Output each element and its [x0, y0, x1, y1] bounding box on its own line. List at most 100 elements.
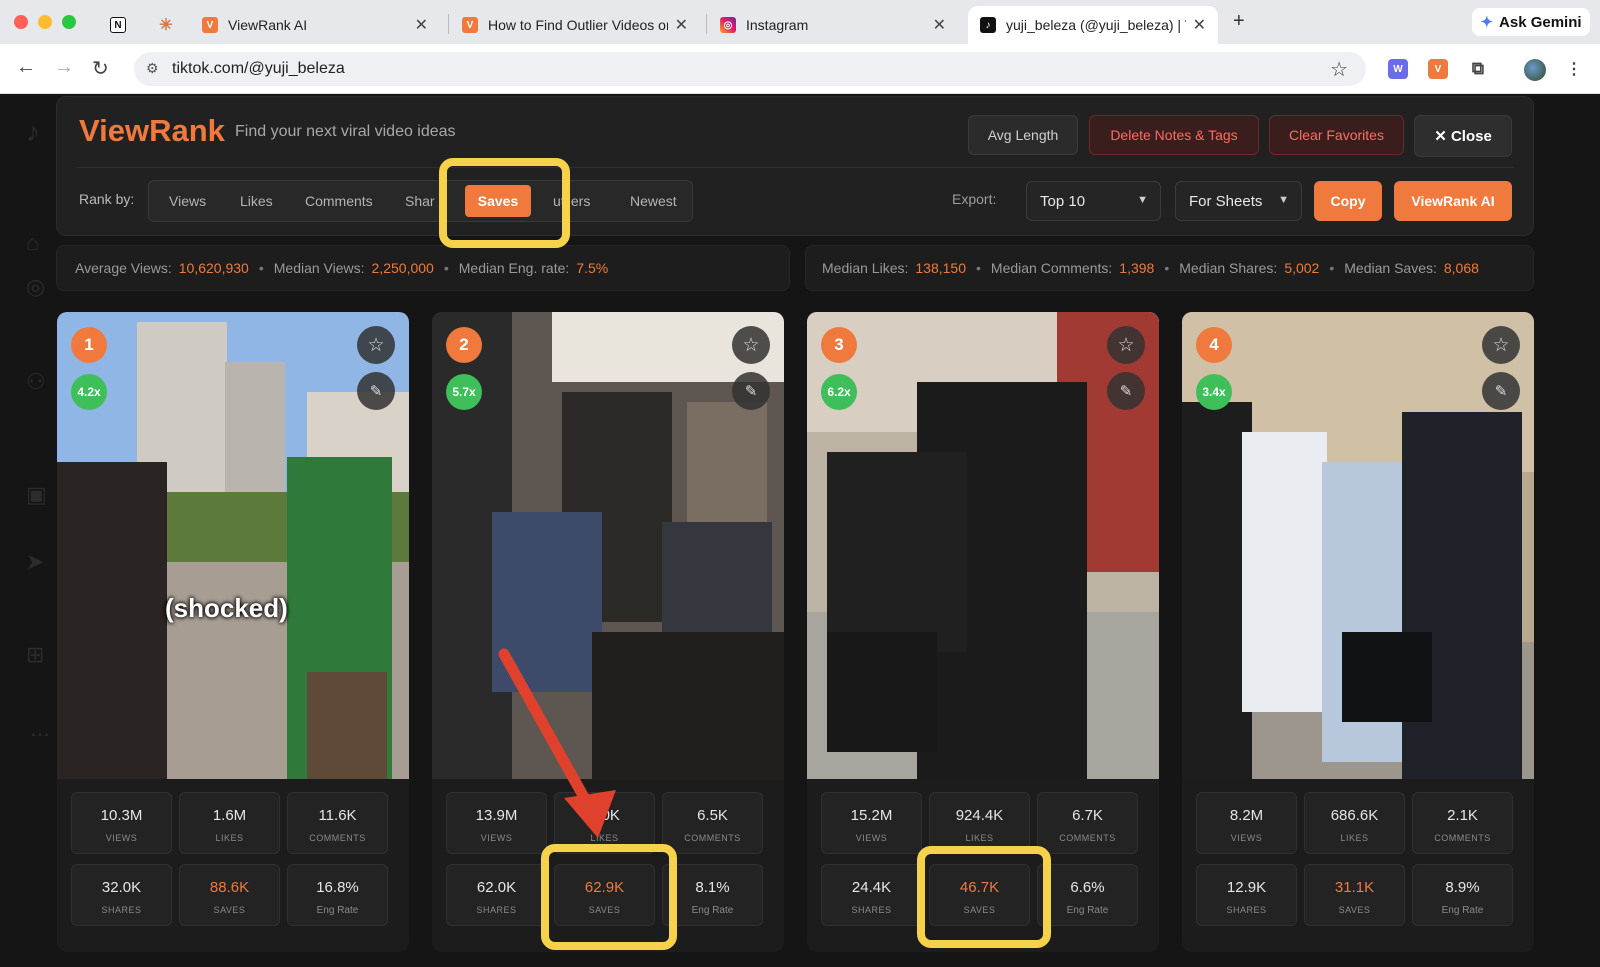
- video-card-4[interactable]: 4 3.4x ☆ ✎ 8.2M VIEWS 686.6K LIKES 2.1K COM…: [1182, 312, 1534, 952]
- median-views-label: Median Views:: [273, 260, 365, 276]
- outlier-multiplier-badge: 6.2x: [821, 374, 857, 410]
- rank-option-likes[interactable]: Likes: [240, 193, 273, 209]
- video-thumbnail[interactable]: [807, 312, 1159, 779]
- comments-label: COMMENTS: [1434, 833, 1491, 843]
- separator-dot: •: [443, 260, 449, 276]
- rank-option-newest[interactable]: Newest: [630, 193, 677, 209]
- ask-gemini-button[interactable]: ✦ Ask Gemini: [1472, 8, 1590, 36]
- shares-label: SHARES: [851, 905, 892, 915]
- tab-divider: [448, 14, 449, 34]
- comments-value: 6.7K: [1072, 807, 1103, 824]
- bookmark-star-icon[interactable]: ☆: [1330, 57, 1348, 82]
- home-icon: ⌂: [26, 230, 40, 255]
- export-label: Export:: [952, 191, 997, 207]
- views-stats-bar: Average Views: 10,620,930 • Median Views…: [56, 245, 790, 291]
- viewrank-tagline: Find your next viral video ideas: [235, 123, 456, 140]
- video-card-1[interactable]: (shocked) 1 4.2x ☆ ✎ 10.3M VIEWS 1.6M LIKE…: [57, 312, 409, 952]
- viewrank-ai-button[interactable]: ViewRank AI: [1394, 181, 1512, 221]
- tiktok-logo-icon: ♪: [26, 116, 40, 147]
- note-edit-icon[interactable]: ✎: [1482, 372, 1520, 410]
- median-shares-label: Median Shares:: [1179, 260, 1278, 276]
- rank-option-comments[interactable]: Comments: [305, 193, 373, 209]
- favorite-star-icon[interactable]: ☆: [1482, 326, 1520, 364]
- favorite-star-icon[interactable]: ☆: [732, 326, 770, 364]
- url-bar[interactable]: ⚙ tiktok.com/@yuji_beleza ☆: [134, 52, 1366, 86]
- viewrank-extension-icon[interactable]: V: [1428, 59, 1448, 79]
- views-metric: 15.2M VIEWS: [821, 792, 922, 854]
- tab-instagram[interactable]: ◎ Instagram ✕: [708, 6, 958, 44]
- likes-label: LIKES: [965, 833, 994, 843]
- views-label: VIEWS: [855, 833, 888, 843]
- likes-metric: 1.6M LIKES: [179, 792, 280, 854]
- browser-menu-icon[interactable]: ⋮: [1564, 59, 1584, 79]
- video-thumbnail[interactable]: [1182, 312, 1534, 779]
- rank-badge: 2: [446, 327, 482, 363]
- outlier-multiplier-badge: 3.4x: [1196, 374, 1232, 410]
- median-comments-value: 1,398: [1119, 260, 1155, 276]
- likes-value: 686.6K: [1330, 807, 1379, 824]
- close-window-icon[interactable]: [14, 15, 28, 29]
- tab-outlier-videos[interactable]: V How to Find Outlier Videos on ✕: [450, 6, 700, 44]
- saves-label: SAVES: [1338, 905, 1371, 915]
- average-views-value: 10,620,930: [178, 260, 249, 276]
- minimize-window-icon[interactable]: [38, 15, 52, 29]
- rank-badge: 1: [71, 327, 107, 363]
- shares-metric: 12.9K SHARES: [1196, 864, 1297, 926]
- delete-notes-tags-button[interactable]: Delete Notes & Tags: [1089, 115, 1259, 155]
- note-edit-icon[interactable]: ✎: [357, 372, 395, 410]
- close-panel-button[interactable]: ✕ Close: [1414, 115, 1512, 157]
- tiktok-icon: ♪: [980, 17, 996, 33]
- comments-metric: 6.5K COMMENTS: [662, 792, 763, 854]
- comments-label: COMMENTS: [309, 833, 366, 843]
- export-count-select[interactable]: Top 10 ▼: [1026, 181, 1161, 221]
- median-comments-label: Median Comments:: [990, 260, 1113, 276]
- copy-button[interactable]: Copy: [1314, 181, 1382, 221]
- caret-down-icon: ▼: [1137, 194, 1148, 206]
- tab-notion[interactable]: N: [98, 6, 142, 44]
- reload-icon[interactable]: ↻: [92, 56, 109, 81]
- rank-option-shares[interactable]: Share: [405, 193, 435, 209]
- wordcount-extension-icon[interactable]: W: [1388, 59, 1408, 79]
- tab-claude[interactable]: ✳: [146, 6, 190, 44]
- note-edit-icon[interactable]: ✎: [732, 372, 770, 410]
- close-tab-icon[interactable]: ✕: [933, 15, 946, 35]
- messages-icon: ➤: [26, 549, 45, 574]
- forward-arrow-icon[interactable]: →: [54, 56, 74, 79]
- median-saves-value: 8,068: [1443, 260, 1479, 276]
- shares-value: 24.4K: [851, 879, 892, 896]
- saves-value: 88.6K: [209, 879, 250, 896]
- median-eng-label: Median Eng. rate:: [458, 260, 570, 276]
- favorite-star-icon[interactable]: ☆: [357, 326, 395, 364]
- close-tab-icon[interactable]: ✕: [675, 15, 688, 35]
- median-shares-value: 5,002: [1284, 260, 1320, 276]
- extensions-puzzle-icon[interactable]: ⧉: [1468, 59, 1488, 79]
- clear-favorites-button[interactable]: Clear Favorites: [1269, 115, 1404, 155]
- likes-value: 924.4K: [955, 807, 1004, 824]
- avg-length-button[interactable]: Avg Length: [968, 115, 1078, 155]
- export-count-value: Top 10: [1040, 192, 1086, 210]
- new-tab-button[interactable]: +: [1233, 10, 1245, 33]
- tab-divider: [706, 14, 707, 34]
- profile-avatar-icon[interactable]: [1524, 59, 1546, 81]
- tab-viewrank-ai[interactable]: V ViewRank AI ✕: [190, 6, 440, 44]
- export-format-select[interactable]: For Sheets ▼: [1175, 181, 1302, 221]
- note-edit-icon[interactable]: ✎: [1107, 372, 1145, 410]
- tab-tiktok-yuji-beleza[interactable]: ♪ yuji_beleza (@yuji_beleza) | T ✕: [968, 6, 1218, 44]
- maximize-window-icon[interactable]: [62, 15, 76, 29]
- video-thumbnail[interactable]: [57, 312, 409, 779]
- separator-dot: •: [976, 260, 981, 276]
- likes-metric: 924.4K LIKES: [929, 792, 1030, 854]
- rank-option-views[interactable]: Views: [169, 193, 206, 209]
- shares-label: SHARES: [1226, 905, 1267, 915]
- back-arrow-icon[interactable]: ←: [16, 56, 36, 79]
- favorite-star-icon[interactable]: ☆: [1107, 326, 1145, 364]
- video-caption: (shocked): [165, 593, 288, 623]
- live-icon: ▣: [26, 482, 47, 507]
- close-tab-icon[interactable]: ✕: [1193, 15, 1206, 35]
- engagement-stats-bar: Median Likes: 138,150 • Median Comments:…: [805, 245, 1534, 291]
- eng-rate-value: 16.8%: [316, 879, 359, 896]
- likes-metric: 686.6K LIKES: [1304, 792, 1405, 854]
- site-settings-icon[interactable]: ⚙: [146, 60, 159, 77]
- saves-value: 31.1K: [1334, 879, 1375, 896]
- close-tab-icon[interactable]: ✕: [415, 15, 428, 35]
